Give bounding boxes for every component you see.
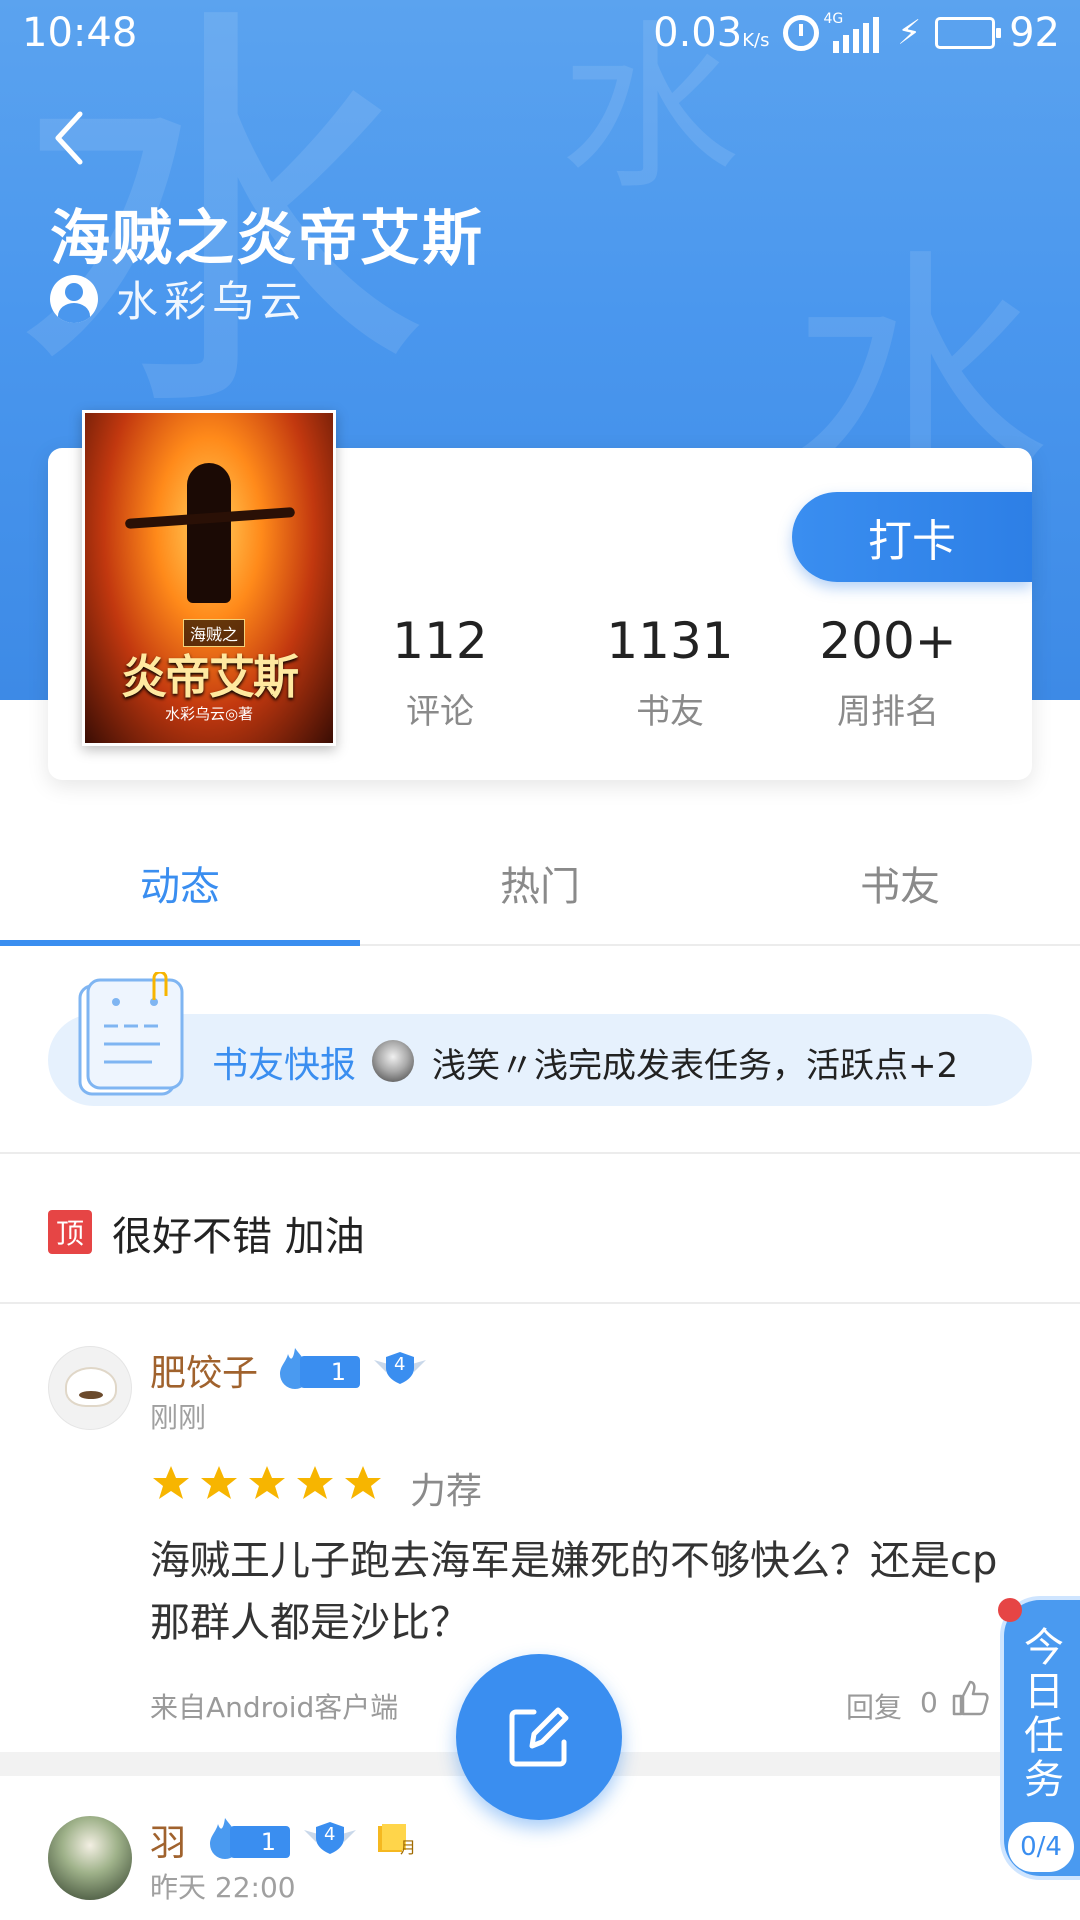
- rating-stars: [152, 1464, 382, 1502]
- reply-button[interactable]: 回复: [846, 1686, 902, 1726]
- status-time: 10:48: [22, 10, 138, 56]
- flash-news-avatar: [372, 1040, 414, 1082]
- net-speed-unit: K/s: [742, 30, 770, 51]
- author-row[interactable]: 水彩乌云: [50, 268, 308, 329]
- book-title: 海贼之炎帝艾斯: [50, 204, 484, 274]
- daily-task-label: 今日任务: [1024, 1625, 1064, 1803]
- thumbs-up-icon[interactable]: [950, 1678, 990, 1718]
- cover-figure: [187, 463, 231, 603]
- edit-icon: [509, 1707, 569, 1767]
- rating-text: 力荐: [410, 1471, 483, 1512]
- net-speed: 0.03K/s: [653, 10, 770, 56]
- stat-label: 书友: [636, 692, 704, 732]
- avatar[interactable]: [48, 1346, 132, 1430]
- tab-activity[interactable]: 动态: [0, 820, 360, 946]
- divider: [0, 1152, 1080, 1154]
- post-time: 昨天 22:00: [150, 1871, 296, 1904]
- star-icon: [201, 1466, 237, 1499]
- network-type: 4G: [823, 11, 844, 27]
- cover-title: 炎帝艾斯: [121, 650, 299, 704]
- star-icon: [297, 1466, 333, 1499]
- monthly-ticket-label: 月: [400, 1838, 417, 1857]
- stat-rank[interactable]: 200+ 周排名: [788, 612, 988, 733]
- notification-dot: [998, 1598, 1022, 1622]
- alarm-icon: [783, 15, 820, 51]
- status-icons: 0.03K/s 4G ⚡ 92: [653, 10, 1060, 56]
- pinned-post-title[interactable]: 很好不错 加油: [112, 1204, 365, 1262]
- flash-news-text: 浅笑〃浅完成发表任务，活跃点+2: [432, 1046, 959, 1086]
- shield-badge: 4: [300, 1818, 360, 1858]
- post-body[interactable]: 海贼王儿子跑去海军是嫌死的不够快么？还是cp那群人都是沙比？: [150, 1530, 1010, 1654]
- username[interactable]: 羽: [150, 1814, 186, 1866]
- checkin-button[interactable]: 打卡: [792, 492, 1032, 582]
- stat-readers[interactable]: 1131 书友: [570, 612, 770, 733]
- stat-label: 周排名: [837, 692, 939, 732]
- daily-task-panel[interactable]: 今日任务 0/4: [1000, 1596, 1080, 1880]
- stat-value: 112: [392, 612, 488, 670]
- level-badge: 1: [206, 1818, 290, 1859]
- star-icon: [345, 1466, 381, 1499]
- status-bar: 10:48 0.03K/s 4G ⚡ 92: [0, 0, 1080, 68]
- book-cover[interactable]: 海贼之 炎帝艾斯 水彩乌云◎著: [82, 410, 336, 746]
- charging-icon: ⚡: [897, 13, 922, 53]
- star-icon: [153, 1466, 189, 1499]
- battery-icon: [935, 17, 1002, 49]
- level-number: 1: [230, 1826, 290, 1858]
- user-icon: [50, 274, 98, 323]
- stat-value: 1131: [606, 612, 734, 670]
- tab-readers[interactable]: 书友: [720, 820, 1080, 946]
- shield-badge: 4: [370, 1348, 430, 1388]
- flash-news-label: 书友快报: [212, 1045, 357, 1086]
- stat-comments[interactable]: 112 评论: [340, 612, 540, 733]
- author-name: 水彩乌云: [116, 277, 309, 326]
- level-badge: 1: [276, 1348, 360, 1389]
- cover-author: 水彩乌云◎著: [164, 705, 254, 723]
- monthly-ticket-icon: 月: [376, 1822, 417, 1857]
- shield-level: 4: [394, 1354, 406, 1375]
- tab-hot[interactable]: 热门: [360, 820, 720, 946]
- reply-count: 0: [920, 1686, 938, 1719]
- divider: [0, 1302, 1080, 1304]
- post-time: 刚刚: [150, 1401, 207, 1434]
- tab-active-indicator: [0, 940, 360, 946]
- battery-level: 92: [1009, 10, 1060, 56]
- compose-button[interactable]: [456, 1654, 622, 1820]
- tab-bar: 动态 热门 书友: [0, 820, 1080, 946]
- pinned-badge: 顶: [48, 1210, 92, 1254]
- shield-level: 4: [324, 1824, 336, 1845]
- star-icon: [249, 1466, 285, 1499]
- level-number: 1: [300, 1356, 360, 1388]
- post-source: 来自Android客户端: [150, 1691, 399, 1724]
- stat-value: 200+: [819, 612, 957, 670]
- avatar[interactable]: [48, 1816, 132, 1900]
- daily-task-progress: 0/4: [1008, 1822, 1074, 1872]
- notepad-icon: [74, 970, 196, 1102]
- back-icon[interactable]: [48, 108, 98, 168]
- stat-label: 评论: [406, 692, 474, 732]
- username[interactable]: 肥饺子: [150, 1344, 258, 1396]
